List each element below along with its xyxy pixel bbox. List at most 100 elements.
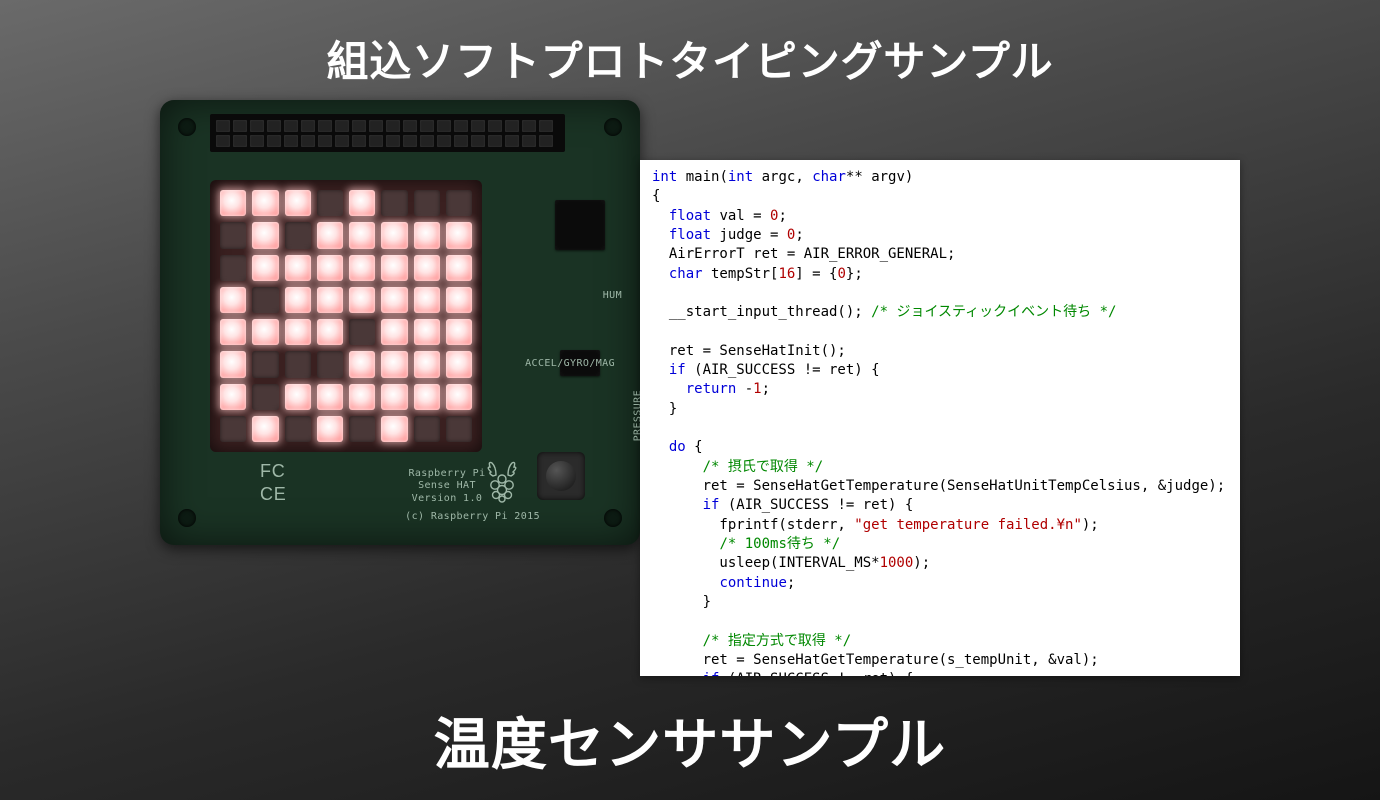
code-text: ret = SenseHatGetTemperature(SenseHatUni… [652, 478, 1225, 494]
mount-hole [604, 509, 622, 527]
led-on [317, 287, 343, 313]
led-on [252, 319, 278, 345]
code-text: } [652, 594, 711, 610]
led-off [220, 222, 246, 248]
led-off [252, 287, 278, 313]
gpio-pin [471, 135, 485, 147]
led-on [446, 384, 472, 410]
led-on [252, 255, 278, 281]
led-on [252, 416, 278, 442]
gpio-pin [505, 120, 519, 132]
led-off [414, 190, 440, 216]
code-kw: char [669, 266, 703, 282]
led-on [349, 287, 375, 313]
gpio-row [216, 135, 559, 147]
led-on [317, 416, 343, 442]
code-text: ] = { [795, 266, 837, 282]
mount-hole [178, 118, 196, 136]
led-matrix [210, 180, 482, 452]
code-num: 1000 [880, 555, 914, 571]
gpio-pin [437, 120, 451, 132]
led-on [446, 319, 472, 345]
gpio-pin [216, 135, 230, 147]
code-text [652, 381, 686, 397]
code-text: ** argv) [846, 169, 913, 185]
gpio-pin [233, 120, 247, 132]
led-on [414, 384, 440, 410]
slide-title-top: 組込ソフトプロトタイピングサンプル [0, 28, 1380, 89]
code-kw: char [812, 169, 846, 185]
gpio-pin [488, 120, 502, 132]
code-text: ; [762, 381, 770, 397]
raspberry-pi-logo-icon [482, 457, 522, 505]
led-off [285, 351, 311, 377]
sensehat-board-image: ACCEL/GYRO/MAG PRESSURE HUM Raspberry Pi… [160, 100, 640, 545]
led-on [381, 384, 407, 410]
gpio-pin [318, 120, 332, 132]
silkscreen-pressure: PRESSURE [632, 390, 640, 441]
silkscreen-accel: ACCEL/GYRO/MAG [525, 358, 615, 371]
led-on [446, 287, 472, 313]
code-text: ret = SenseHatGetTemperature(s_tempUnit,… [652, 652, 1099, 668]
gpio-pin [403, 135, 417, 147]
gpio-pin [233, 135, 247, 147]
gpio-pin [267, 120, 281, 132]
code-text: ret = SenseHatInit(); [652, 343, 846, 359]
slide-title-bottom: 温度センササンプル [0, 700, 1380, 781]
code-text: ; [795, 227, 803, 243]
led-on [317, 384, 343, 410]
gpio-pin [301, 120, 315, 132]
code-text: judge = [711, 227, 787, 243]
code-text: { [652, 188, 660, 204]
led-off [349, 319, 375, 345]
led-on [317, 222, 343, 248]
code-kw: float [669, 208, 711, 224]
mount-hole [604, 118, 622, 136]
code-kw: continue [719, 575, 786, 591]
code-text [652, 266, 669, 282]
led-on [349, 190, 375, 216]
code-text: tempStr[ [703, 266, 779, 282]
gpio-pin [437, 135, 451, 147]
mount-hole [178, 509, 196, 527]
led-on [285, 319, 311, 345]
led-on [285, 384, 311, 410]
led-on [414, 319, 440, 345]
code-str: "get temperature failed.¥n" [854, 517, 1082, 533]
gpio-pin [471, 120, 485, 132]
code-text: }; [846, 266, 863, 282]
gpio-pin [250, 120, 264, 132]
gpio-row [216, 120, 559, 132]
ic-chip [555, 200, 605, 250]
led-on [317, 255, 343, 281]
led-on [285, 287, 311, 313]
code-text: fprintf(stderr, [652, 517, 854, 533]
led-off [317, 351, 343, 377]
code-kw: do [669, 439, 686, 455]
led-off [220, 255, 246, 281]
led-off [285, 416, 311, 442]
silkscreen-humidity: HUM [603, 290, 622, 303]
code-text [652, 208, 669, 224]
gpio-pin [454, 120, 468, 132]
led-off [446, 190, 472, 216]
code-cmt: /* 指定方式で取得 */ [703, 633, 852, 649]
code-kw: float [669, 227, 711, 243]
led-on [414, 222, 440, 248]
led-on [381, 416, 407, 442]
gpio-pin [335, 135, 349, 147]
led-on [285, 190, 311, 216]
led-off [349, 416, 375, 442]
led-on [220, 384, 246, 410]
led-on [414, 255, 440, 281]
code-text: (AIR_SUCCESS != ret) { [719, 497, 913, 513]
led-off [381, 190, 407, 216]
gpio-pin [284, 135, 298, 147]
code-kw: if [669, 362, 686, 378]
led-on [220, 351, 246, 377]
led-on [414, 287, 440, 313]
code-text: usleep(INTERVAL_MS* [652, 555, 880, 571]
code-kw: if [703, 671, 720, 676]
gpio-pin [267, 135, 281, 147]
code-cmt: /* 摂氏で取得 */ [703, 459, 824, 475]
